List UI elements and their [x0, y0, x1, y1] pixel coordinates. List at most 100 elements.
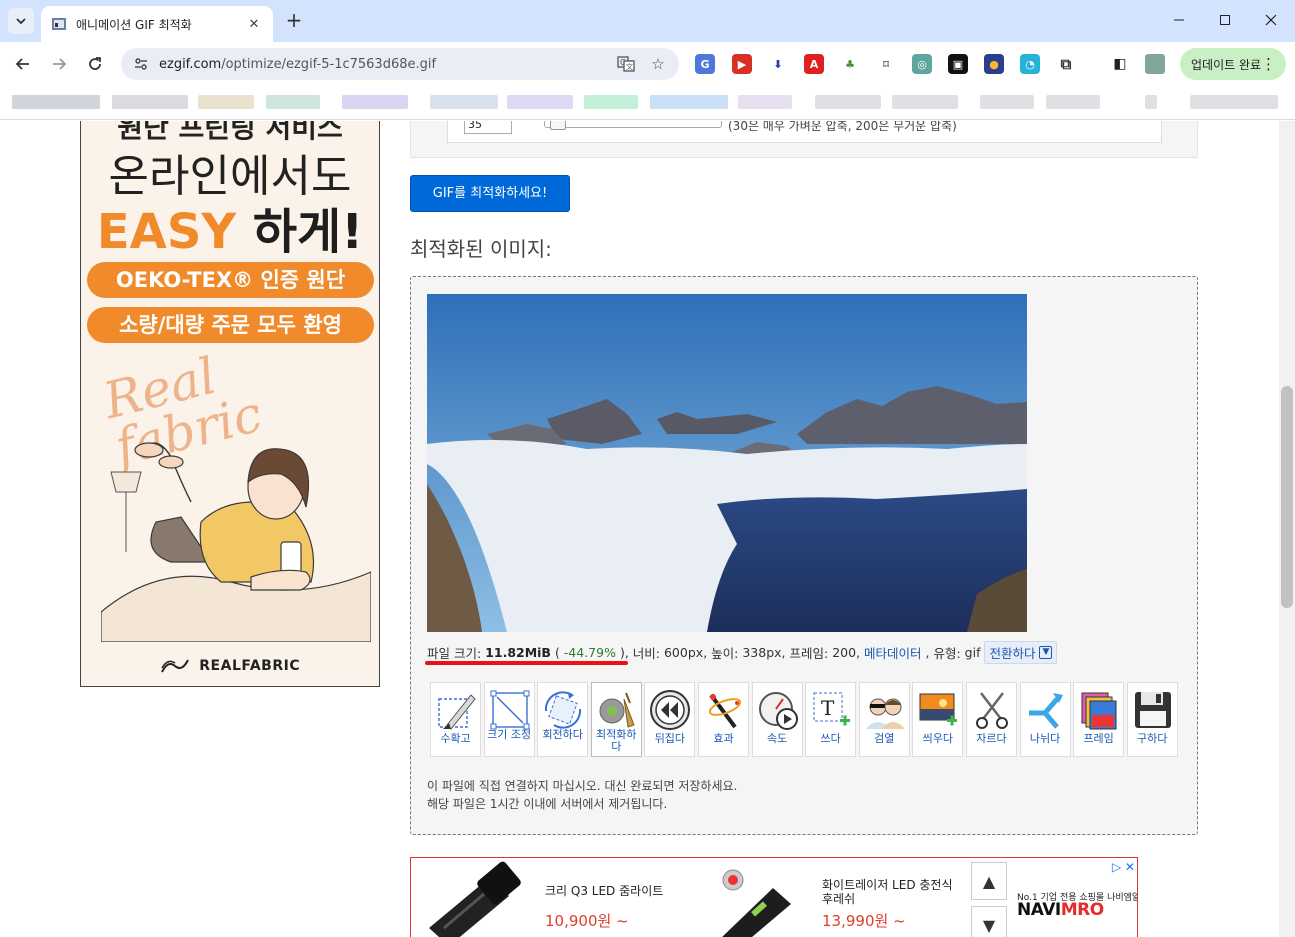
optimize-gif-button[interactable]: GIF를 최적화하세요!: [410, 175, 570, 212]
height-label: 높이:: [711, 645, 739, 661]
bookmark-item[interactable]: [892, 95, 958, 109]
url-text: ezgif.com/optimize/ezgif-5-1c7563d68e.gi…: [159, 57, 605, 72]
dark-ext-icon[interactable]: ▣: [948, 54, 968, 74]
bookmark-item[interactable]: [1190, 95, 1278, 109]
tool-resize[interactable]: 크기 조정: [483, 682, 535, 757]
tool-censor[interactable]: 검열: [858, 682, 910, 757]
tool-cut[interactable]: 자르다: [965, 682, 1017, 757]
tool-crop[interactable]: 수확고: [430, 682, 481, 757]
bookmark-item[interactable]: [1145, 95, 1157, 109]
color-ext-icon[interactable]: ●: [984, 54, 1004, 74]
shopping-advertisement[interactable]: 크리 Q3 LED 줌라이트 10,900원 ~ 화이트레이저 LED 충전식 …: [410, 857, 1138, 937]
bookmark-item[interactable]: [650, 95, 728, 109]
tab-strip: 애니메이션 GIF 최적화 ✕ +: [0, 0, 1295, 42]
tool-effects[interactable]: 효과: [697, 682, 749, 757]
dropdown-arrow-icon: ▼: [1039, 645, 1053, 659]
extensions-puzzle-icon[interactable]: ⧉: [1056, 54, 1076, 74]
triangle-up-icon: ▲: [982, 871, 996, 891]
tool-save[interactable]: 구하다: [1126, 682, 1178, 757]
bookmark-item[interactable]: [342, 95, 408, 109]
tab-search-button[interactable]: [8, 8, 34, 34]
frames-value: 200: [832, 644, 857, 660]
update-button[interactable]: 업데이트 완료 ⋮: [1180, 48, 1286, 80]
product-2-price: 13,990원 ~: [822, 912, 906, 930]
svg-text:T: T: [821, 696, 835, 720]
svg-text:文: 文: [626, 62, 633, 71]
tool-frames[interactable]: 프레임: [1073, 682, 1125, 757]
file-size-value: 11.82MiB: [485, 644, 551, 660]
tool-label: 크기 조정: [487, 728, 532, 741]
translate-icon[interactable]: G文: [615, 53, 637, 75]
tool-bar: 수확고 크기 조정 회전하다 최적화하다 뒤집다 효과 속도 T 쓰다 검열 씌…: [430, 682, 1180, 758]
bookmark-item[interactable]: [198, 95, 254, 109]
chat-ext-icon[interactable]: ◔: [1020, 54, 1040, 74]
notice-line-1: 이 파일에 직접 연결하지 마십시오. 대신 완료되면 저장하세요.: [427, 779, 738, 793]
bookmark-item[interactable]: [12, 95, 100, 109]
compression-level-slider[interactable]: [544, 121, 722, 128]
google-translate-ext-icon[interactable]: G: [695, 54, 715, 74]
tab-close-icon[interactable]: ✕: [245, 17, 263, 32]
tool-optimize[interactable]: 최적화하다: [590, 682, 642, 757]
tool-write[interactable]: T 쓰다: [805, 682, 857, 757]
convert-button[interactable]: 전환하다 ▼: [984, 640, 1058, 664]
active-tab[interactable]: 애니메이션 GIF 최적화 ✕: [41, 6, 273, 42]
tool-label: 프레임: [1083, 732, 1114, 745]
bookmark-ext-icon[interactable]: ⌑: [876, 54, 896, 74]
tool-reverse[interactable]: 뒤집다: [644, 682, 696, 757]
ad-pill-oeko: OEKO-TEX® 인증 원단: [87, 262, 374, 298]
profile-avatar[interactable]: [1145, 54, 1165, 74]
back-button[interactable]: [10, 51, 36, 77]
highlight-underline: [425, 661, 628, 665]
rotate-icon: [545, 691, 582, 729]
product-2-name[interactable]: 화이트레이저 LED 충전식 후레쉬: [822, 878, 962, 906]
plant-ext-icon[interactable]: ♣: [840, 54, 860, 74]
crop-icon: [438, 694, 476, 730]
width-label: 너비:: [632, 645, 660, 661]
bookmark-item[interactable]: [980, 95, 1034, 109]
bookmark-item[interactable]: [266, 95, 320, 109]
browser-toolbar: ezgif.com/optimize/ezgif-5-1c7563d68e.gi…: [0, 42, 1295, 86]
compression-level-input[interactable]: 35: [464, 121, 512, 134]
slider-handle[interactable]: [550, 121, 566, 130]
tool-label: 구하다: [1137, 732, 1168, 745]
scrollbar-thumb[interactable]: [1281, 386, 1293, 608]
reload-button[interactable]: [82, 51, 108, 77]
globe-ext-icon[interactable]: ◎: [912, 54, 932, 74]
forward-button[interactable]: [46, 51, 72, 77]
bookmark-item[interactable]: [430, 95, 498, 109]
bookmark-item[interactable]: [738, 95, 792, 109]
close-window-button[interactable]: [1258, 8, 1284, 32]
minimize-icon: [1174, 19, 1184, 21]
site-settings-icon[interactable]: [131, 54, 151, 74]
width-value: 600px: [663, 644, 704, 660]
bookmark-item[interactable]: [112, 95, 188, 109]
tool-overlay[interactable]: 씌우다: [912, 682, 964, 757]
bookmark-item[interactable]: [584, 95, 638, 109]
bookmark-star-icon[interactable]: ☆: [647, 53, 669, 75]
tool-speed[interactable]: 속도: [751, 682, 803, 757]
ad-next-button[interactable]: ▼: [971, 906, 1007, 937]
side-advertisement[interactable]: 원단 프린팅 서비스 온라인에서도 EASY 하게! OEKO-TEX® 인증 …: [80, 121, 380, 687]
bookmark-item[interactable]: [507, 95, 573, 109]
tool-label: 수확고: [440, 732, 471, 745]
adchoices-icon[interactable]: ▷ ✕: [1112, 860, 1135, 874]
bookmark-item[interactable]: [1046, 95, 1100, 109]
metadata-link[interactable]: 메타데이터: [864, 643, 922, 662]
pdf-ext-icon[interactable]: A: [804, 54, 824, 74]
minimize-button[interactable]: [1166, 8, 1192, 32]
download-ext-icon[interactable]: ⬇: [768, 54, 788, 74]
video-ext-icon[interactable]: ▶: [732, 54, 752, 74]
product-1-name[interactable]: 크리 Q3 LED 줌라이트: [545, 884, 663, 898]
tool-split[interactable]: 나뉘다: [1019, 682, 1071, 757]
new-tab-button[interactable]: +: [283, 9, 305, 31]
address-bar[interactable]: ezgif.com/optimize/ezgif-5-1c7563d68e.gi…: [121, 48, 679, 80]
navi-mro-logo[interactable]: NAVIMRO: [1017, 900, 1104, 920]
overlay-icon: [919, 693, 958, 726]
ad-prev-button[interactable]: ▲: [971, 862, 1007, 900]
bookmark-item[interactable]: [815, 95, 881, 109]
tool-rotate[interactable]: 회전하다: [537, 682, 589, 757]
frames-icon: [1081, 692, 1117, 730]
side-panel-icon[interactable]: ◧: [1110, 54, 1130, 74]
maximize-button[interactable]: [1212, 8, 1238, 32]
more-menu-icon[interactable]: ⋮: [1261, 55, 1276, 73]
